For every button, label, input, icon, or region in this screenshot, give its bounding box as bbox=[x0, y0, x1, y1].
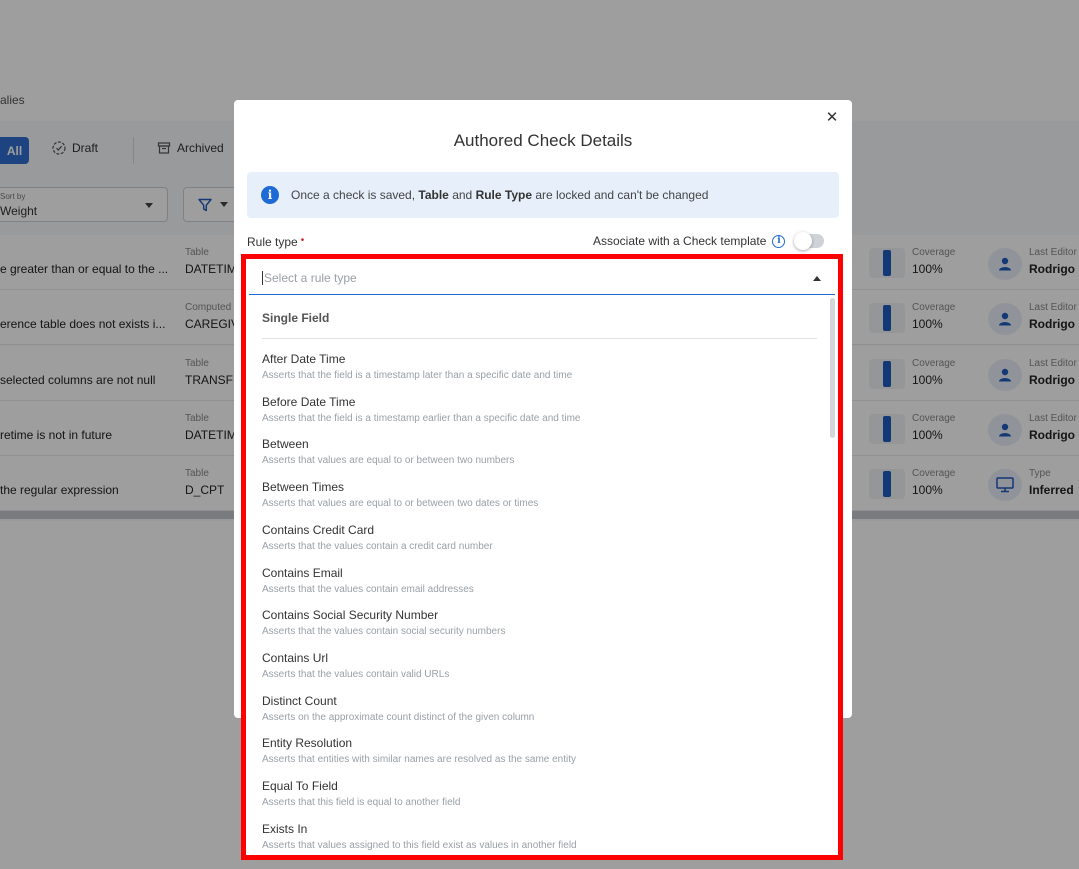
option-title: Entity Resolution bbox=[262, 736, 353, 751]
rule-type-option[interactable]: Entity Resolution Asserts that entities w… bbox=[262, 736, 822, 766]
option-title: Between Times bbox=[262, 480, 345, 495]
option-description: Asserts that the values contain a credit… bbox=[262, 540, 493, 552]
option-title: Contains Url bbox=[262, 650, 329, 665]
chevron-up-icon bbox=[813, 276, 821, 281]
modal-title: Authored Check Details bbox=[453, 131, 633, 150]
option-description: Asserts that values are equal to or betw… bbox=[262, 455, 515, 467]
rule-type-dropdown-highlight: Select a rule type Single Field After Da… bbox=[241, 254, 843, 860]
option-description: Asserts that the field is a timestamp ea… bbox=[262, 412, 581, 424]
option-title: Exists In bbox=[262, 821, 308, 836]
associate-template-row: Associate with a Check template i bbox=[593, 232, 825, 250]
option-title: Distinct Count bbox=[262, 693, 337, 708]
option-description: Asserts on the approximate count distinc… bbox=[262, 711, 535, 723]
scrollbar[interactable] bbox=[830, 298, 835, 438]
option-description: Asserts that entities with similar names… bbox=[262, 754, 577, 766]
option-title: Contains Email bbox=[262, 565, 343, 580]
rule-type-option[interactable]: Contains Social Security Number Asserts t… bbox=[262, 608, 822, 638]
rule-type-label: Rule type • bbox=[247, 235, 305, 249]
option-description: Asserts that the field is a timestamp la… bbox=[262, 370, 573, 381]
option-title: Contains Credit Card bbox=[262, 522, 375, 537]
option-title: Between bbox=[262, 437, 309, 452]
option-title: Equal To Field bbox=[262, 779, 338, 793]
option-title: After Date Time bbox=[262, 352, 346, 366]
associate-template-toggle[interactable] bbox=[794, 232, 825, 250]
info-icon[interactable]: i bbox=[772, 234, 786, 248]
rule-type-option[interactable]: Between Times Asserts that values are equ… bbox=[262, 480, 822, 510]
associate-template-label: Associate with a Check template bbox=[593, 234, 767, 248]
rule-type-option[interactable]: Before Date Time Asserts that the field i… bbox=[262, 395, 822, 425]
rule-type-option[interactable]: Contains Email Asserts that the values co… bbox=[262, 566, 822, 596]
info-icon: i bbox=[261, 186, 279, 204]
option-description: Asserts that values are equal to or betw… bbox=[262, 498, 539, 510]
rule-type-option[interactable]: After Date Time Asserts that the field is… bbox=[262, 352, 822, 382]
rule-type-option[interactable]: Between Asserts that values are equal to … bbox=[262, 437, 822, 467]
rule-type-option[interactable]: Distinct Count Asserts on the approximate… bbox=[262, 694, 822, 724]
option-description: Asserts that the values contain email ad… bbox=[262, 583, 474, 595]
info-banner: i Once a check is saved, Table and Rule … bbox=[247, 172, 839, 218]
rule-type-select[interactable]: Select a rule type bbox=[249, 262, 835, 295]
rule-type-option[interactable]: Exists In Asserts that values assigned to… bbox=[262, 822, 822, 852]
rule-type-option[interactable]: Contains Url Asserts that the values cont… bbox=[262, 651, 822, 681]
rule-type-options-list[interactable]: Single Field After Date Time Asserts that… bbox=[249, 296, 835, 855]
rule-type-placeholder: Select a rule type bbox=[262, 271, 357, 285]
option-description: Asserts that this field is equal to anot… bbox=[262, 797, 461, 808]
group-divider bbox=[262, 338, 817, 339]
rule-type-option[interactable]: Contains Credit Card Asserts that the val… bbox=[262, 523, 822, 553]
option-description: Asserts that the values contain social s… bbox=[262, 626, 506, 638]
option-title: Contains Social Security Number bbox=[262, 608, 439, 623]
info-text: Once a check is saved, Table and Rule Ty… bbox=[291, 188, 709, 202]
option-description: Asserts that the values contain valid UR… bbox=[262, 668, 450, 680]
close-icon[interactable]: ✕ bbox=[824, 110, 840, 126]
option-title: Before Date Time bbox=[262, 394, 356, 409]
required-marker: • bbox=[300, 235, 305, 246]
option-group-label: Single Field bbox=[262, 311, 330, 325]
rule-type-option[interactable]: Equal To Field Asserts that this field is… bbox=[262, 779, 822, 809]
option-description: Asserts that values assigned to this fie… bbox=[262, 839, 577, 851]
toggle-knob bbox=[794, 232, 813, 250]
